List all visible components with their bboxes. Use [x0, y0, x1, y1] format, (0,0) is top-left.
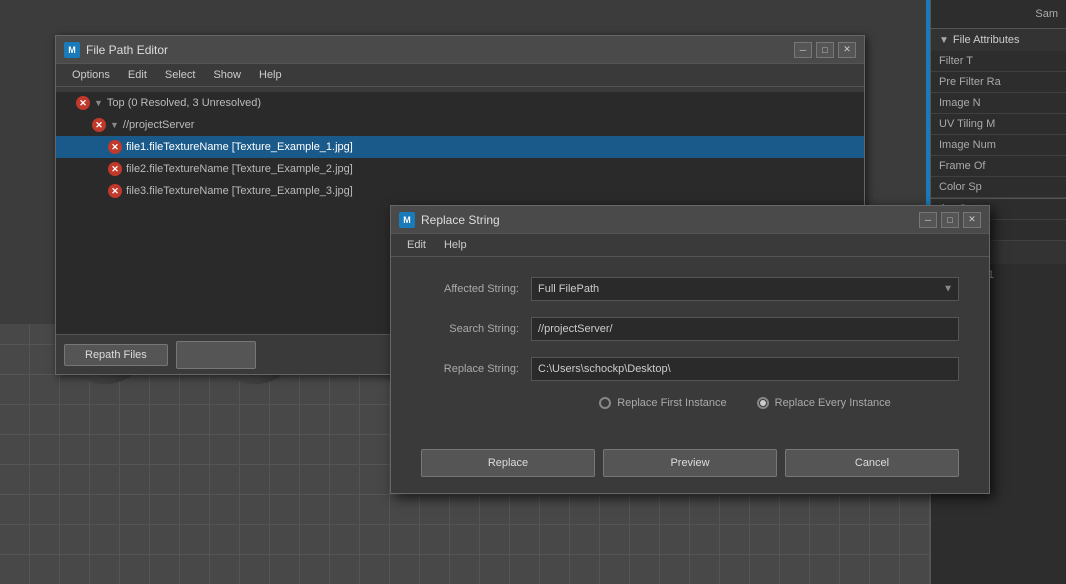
window-icon: M [64, 42, 80, 58]
tree-row-top[interactable]: ✕ ▼ Top (0 Resolved, 3 Unresolved) [56, 92, 864, 114]
radio-every-instance[interactable]: Replace Every Instance [757, 397, 891, 409]
image-num-label: Image Num [939, 139, 996, 151]
color-sp-label: Color Sp [939, 181, 982, 193]
arrow-expand-top: ▼ [94, 98, 103, 108]
image-n-label: Image N [939, 97, 981, 109]
menu-show[interactable]: Show [205, 67, 249, 83]
error-icon-file3: ✕ [108, 184, 122, 198]
arrow-expand-server: ▼ [110, 120, 119, 130]
cancel-button[interactable]: Cancel [785, 449, 959, 477]
replace-dialog-title: Replace String [421, 213, 500, 227]
error-icon-file1: ✕ [108, 140, 122, 154]
replace-minimize-button[interactable]: ─ [919, 212, 937, 228]
minimize-button[interactable]: ─ [794, 42, 812, 58]
image-num-row: Image Num [931, 135, 1066, 156]
right-panel-top: Sam [931, 0, 1066, 29]
search-string-row: Search String: [421, 317, 959, 341]
file-attributes-label: File Attributes [953, 34, 1020, 46]
error-icon-server: ✕ [92, 118, 106, 132]
radio-first-dot [599, 397, 611, 409]
affected-string-row: Affected String: Full FilePath Directory… [421, 277, 959, 301]
window-title: File Path Editor [86, 43, 168, 57]
file-path-menu-bar: Options Edit Select Show Help [56, 64, 864, 87]
tree-row-server[interactable]: ✕ ▼ //projectServer [56, 114, 864, 136]
replace-close-button[interactable]: ✕ [963, 212, 981, 228]
uv-tiling-row: UV Tiling M [931, 114, 1066, 135]
menu-edit[interactable]: Edit [120, 67, 155, 83]
replace-dialog-body: Affected String: Full FilePath Directory… [391, 257, 989, 449]
window-controls: ─ □ ✕ [794, 42, 856, 58]
radio-first-label: Replace First Instance [617, 397, 726, 409]
filter-row: Filter T [931, 51, 1066, 72]
tree-label-file2: file2.fileTextureName [Texture_Example_2… [126, 163, 353, 175]
radio-every-label: Replace Every Instance [775, 397, 891, 409]
affected-string-label: Affected String: [421, 283, 531, 295]
affected-string-select[interactable]: Full FilePath Directory Only Filename On… [531, 277, 959, 301]
replace-string-input[interactable] [531, 357, 959, 381]
uv-tiling-label: UV Tiling M [939, 118, 995, 130]
filter-label: Filter T [939, 55, 973, 67]
titlebar-left: M File Path Editor [64, 42, 168, 58]
file-attributes-arrow: ▼ [939, 35, 949, 46]
preview-button[interactable]: Preview [603, 449, 777, 477]
tree-row-file1[interactable]: ✕ file1.fileTextureName [Texture_Example… [56, 136, 864, 158]
frame-off-label: Frame Of [939, 160, 985, 172]
color-sp-row: Color Sp [931, 177, 1066, 198]
frame-off-row: Frame Of [931, 156, 1066, 177]
replace-string-row: Replace String: [421, 357, 959, 381]
dialog-button-row: Replace Preview Cancel [391, 449, 989, 493]
error-icon-top: ✕ [76, 96, 90, 110]
replace-dialog-titlebar: M Replace String ─ □ ✕ [391, 206, 989, 234]
close-button[interactable]: ✕ [838, 42, 856, 58]
pre-filter-label: Pre Filter Ra [939, 76, 1001, 88]
tree-row-file2[interactable]: ✕ file2.fileTextureName [Texture_Example… [56, 158, 864, 180]
radio-first-instance[interactable]: Replace First Instance [599, 397, 726, 409]
bottom-button-2[interactable] [176, 341, 256, 369]
replace-titlebar-left: M Replace String [399, 212, 500, 228]
file-path-editor-titlebar: M File Path Editor ─ □ ✕ [56, 36, 864, 64]
tree-label-file3: file3.fileTextureName [Texture_Example_3… [126, 185, 353, 197]
file-attributes-header[interactable]: ▼ File Attributes [931, 29, 1066, 51]
error-icon-file2: ✕ [108, 162, 122, 176]
repath-files-button[interactable]: Repath Files [64, 344, 168, 366]
replace-maximize-button[interactable]: □ [941, 212, 959, 228]
tree-row-file3[interactable]: ✕ file3.fileTextureName [Texture_Example… [56, 180, 864, 202]
affected-string-wrapper: Full FilePath Directory Only Filename On… [531, 277, 959, 301]
replace-button[interactable]: Replace [421, 449, 595, 477]
tree-label-top: Top (0 Resolved, 3 Unresolved) [107, 97, 261, 109]
pre-filter-row: Pre Filter Ra [931, 72, 1066, 93]
replace-dialog-controls: ─ □ ✕ [919, 212, 981, 228]
replace-menu-help[interactable]: Help [436, 237, 475, 253]
tree-label-file1: file1.fileTextureName [Texture_Example_1… [126, 141, 353, 153]
menu-options[interactable]: Options [64, 67, 118, 83]
replace-string-dialog: M Replace String ─ □ ✕ Edit Help Affecte… [390, 205, 990, 494]
radio-every-dot [757, 397, 769, 409]
menu-help[interactable]: Help [251, 67, 290, 83]
replace-dialog-icon: M [399, 212, 415, 228]
menu-select[interactable]: Select [157, 67, 204, 83]
file-attributes-section: ▼ File Attributes Filter T Pre Filter Ra… [931, 29, 1066, 199]
replace-string-label: Replace String: [421, 363, 531, 375]
tree-label-server: //projectServer [123, 119, 195, 131]
radio-options-row: Replace First Instance Replace Every Ins… [421, 397, 959, 409]
right-panel-sample-label: Sam [1035, 8, 1058, 20]
maximize-button[interactable]: □ [816, 42, 834, 58]
search-string-input[interactable] [531, 317, 959, 341]
replace-dialog-menu-bar: Edit Help [391, 234, 989, 257]
image-n-row: Image N [931, 93, 1066, 114]
search-string-label: Search String: [421, 323, 531, 335]
replace-menu-edit[interactable]: Edit [399, 237, 434, 253]
